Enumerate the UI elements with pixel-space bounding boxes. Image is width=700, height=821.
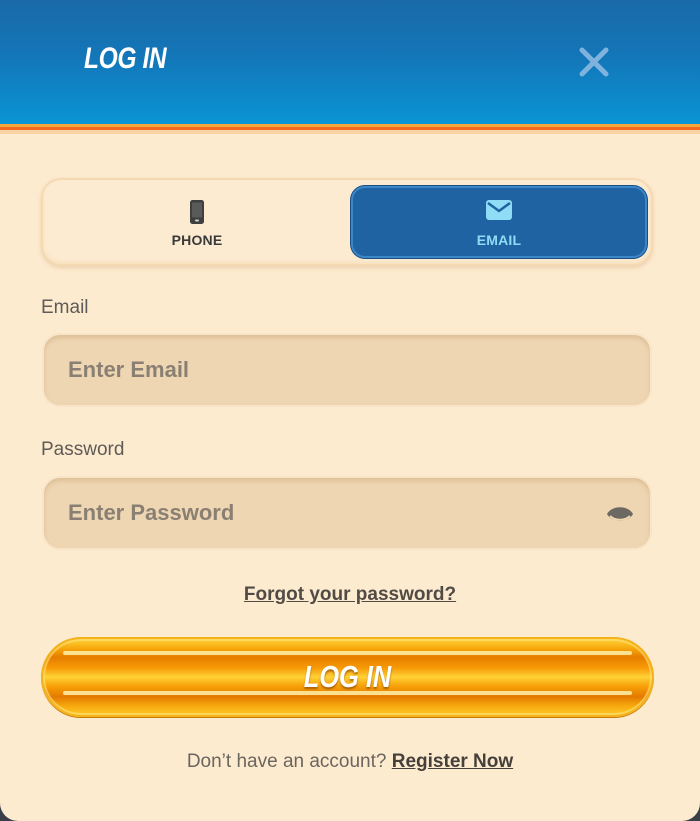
- register-prompt-text: Don’t have an account?: [186, 751, 387, 772]
- login-modal: LOG IN PHONE EMAIL Email Enter Email Pas…: [0, 0, 700, 821]
- envelope-icon: [486, 200, 512, 225]
- login-button[interactable]: LOG IN: [41, 637, 654, 717]
- modal-title: LOG IN: [84, 42, 167, 75]
- header-stripe: [0, 130, 700, 134]
- email-label: Email: [41, 297, 89, 318]
- login-button-label: LOG IN: [303, 659, 392, 694]
- modal-header: LOG IN: [0, 0, 700, 124]
- tab-email[interactable]: EMAIL: [351, 186, 647, 258]
- tab-email-label: EMAIL: [476, 232, 522, 248]
- close-icon[interactable]: [574, 42, 614, 82]
- tab-phone[interactable]: PHONE: [49, 186, 345, 258]
- register-now-link[interactable]: Register Now: [392, 751, 513, 772]
- register-prompt: Don’t have an account? Register Now: [0, 751, 700, 773]
- button-glare: [63, 651, 632, 655]
- forgot-password-link[interactable]: Forgot your password?: [0, 584, 700, 606]
- email-input[interactable]: [42, 333, 652, 407]
- password-label: Password: [41, 439, 125, 460]
- phone-icon: [189, 200, 205, 229]
- password-input[interactable]: [42, 476, 652, 550]
- login-method-toggle: PHONE EMAIL: [41, 178, 653, 266]
- tab-phone-label: PHONE: [171, 232, 223, 248]
- eye-icon[interactable]: [606, 503, 634, 525]
